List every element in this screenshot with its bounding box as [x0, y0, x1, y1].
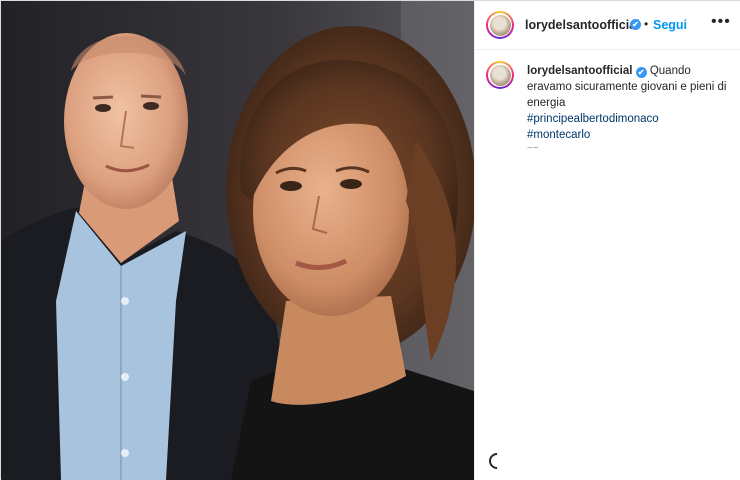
post-time: ~~	[527, 143, 539, 154]
post-side-panel: lorydelsantoofficial ✔ • Segui ••• loryd…	[474, 1, 740, 480]
hashtag-link[interactable]: #principealbertodimonaco	[527, 111, 732, 127]
author-avatar[interactable]	[486, 11, 514, 39]
photo-image	[1, 1, 474, 480]
caption-verified-icon: ✔	[635, 67, 647, 78]
separator-dot: •	[644, 17, 649, 31]
caption-avatar[interactable]	[486, 61, 514, 89]
post-frame: lorydelsantoofficial ✔ • Segui ••• loryd…	[0, 0, 740, 480]
verified-badge-icon: ✔	[630, 19, 641, 30]
post-header: lorydelsantoofficial ✔ • Segui •••	[475, 1, 740, 50]
post-caption: lorydelsantoofficial ✔ Quando eravamo si…	[527, 63, 732, 143]
follow-button[interactable]: Segui	[653, 18, 687, 32]
hashtag-link[interactable]: #montecarlo	[527, 127, 732, 143]
author-username[interactable]: lorydelsantoofficial	[525, 18, 640, 32]
caption-username[interactable]: lorydelsantoofficial	[527, 65, 632, 77]
post-photo[interactable]	[1, 1, 474, 480]
more-options-icon[interactable]: •••	[711, 13, 731, 31]
